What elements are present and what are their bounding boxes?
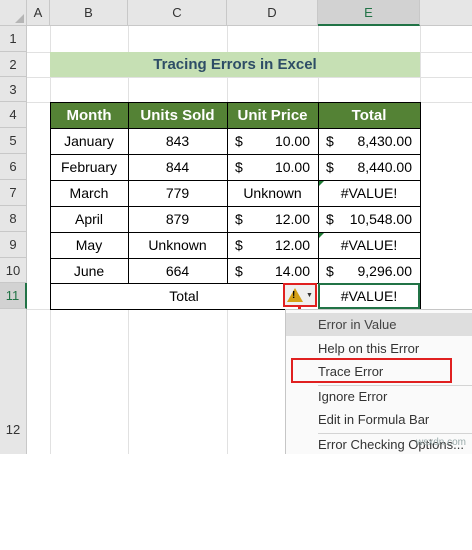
table-border — [50, 180, 420, 181]
row-header-3[interactable]: 3 — [0, 77, 27, 102]
price-value: 10.00 — [274, 159, 310, 175]
error-indicator-icon — [318, 232, 325, 239]
cell-units[interactable]: 664 — [128, 258, 227, 283]
cell-units[interactable]: 844 — [128, 154, 227, 180]
price-value: 12.00 — [274, 211, 310, 227]
currency-symbol: $ — [235, 133, 243, 149]
watermark: wsxdn.com — [415, 437, 466, 448]
menu-item-edit-formula-bar[interactable]: Edit in Formula Bar — [286, 408, 472, 431]
cell-price[interactable]: $ 12.00 — [227, 206, 318, 232]
row-header-12[interactable]: 12 — [0, 309, 27, 454]
column-header-f[interactable] — [420, 0, 472, 26]
currency-symbol: $ — [235, 211, 243, 227]
sheet-title: Tracing Errors in Excel — [50, 52, 420, 77]
row-header-7[interactable]: 7 — [0, 180, 27, 206]
row-header-2[interactable]: 2 — [0, 52, 27, 77]
chevron-down-icon: ▼ — [306, 291, 313, 299]
cell-units[interactable]: Unknown — [128, 232, 227, 258]
cell-month[interactable]: May — [50, 232, 128, 258]
price-value: 12.00 — [274, 237, 310, 253]
header-unit-price: Unit Price — [227, 102, 318, 128]
column-header-d[interactable]: D — [227, 0, 318, 26]
cell-units[interactable]: 879 — [128, 206, 227, 232]
warning-icon: ! — [287, 288, 304, 302]
row-header-1[interactable]: 1 — [0, 26, 27, 52]
currency-symbol: $ — [326, 159, 334, 175]
total-value: #VALUE! — [340, 237, 398, 253]
row-header-5[interactable]: 5 — [0, 128, 27, 154]
total-value: #VALUE! — [340, 185, 398, 201]
column-header-b[interactable]: B — [50, 0, 128, 26]
row-header-9[interactable]: 9 — [0, 232, 27, 258]
cell-price[interactable]: $ 10.00 — [227, 128, 318, 154]
cell-month[interactable]: March — [50, 180, 128, 206]
cell-price[interactable]: Unknown — [227, 180, 318, 206]
price-value: 10.00 — [274, 133, 310, 149]
table-border — [50, 102, 51, 309]
select-all-corner[interactable] — [0, 0, 27, 26]
cell-total[interactable]: $ 10,548.00 — [318, 206, 420, 232]
table-border — [50, 128, 420, 129]
column-header-c[interactable]: C — [128, 0, 227, 26]
row-header-10[interactable]: 10 — [0, 258, 27, 283]
cell-total[interactable]: $ 8,440.00 — [318, 154, 420, 180]
currency-symbol: $ — [235, 159, 243, 175]
cell-month[interactable]: February — [50, 154, 128, 180]
total-value: 9,296.00 — [357, 262, 413, 279]
currency-symbol: $ — [235, 237, 243, 253]
total-value: #VALUE! — [340, 288, 398, 304]
cell-total-error[interactable]: #VALUE! — [318, 180, 420, 206]
currency-symbol: $ — [235, 262, 243, 279]
header-units-sold: Units Sold — [128, 102, 227, 128]
row-header-8[interactable]: 8 — [0, 206, 27, 232]
header-month: Month — [50, 102, 128, 128]
table-border — [318, 102, 319, 309]
table-border — [50, 206, 420, 207]
currency-symbol: $ — [326, 262, 334, 279]
cell-price[interactable]: $ 10.00 — [227, 154, 318, 180]
cell-month[interactable]: June — [50, 258, 128, 283]
table-border — [227, 102, 228, 283]
cell-price[interactable]: $ 12.00 — [227, 232, 318, 258]
table-border — [50, 154, 420, 155]
trace-error-highlight — [291, 358, 452, 383]
gridline — [27, 77, 472, 78]
row-header-11[interactable]: 11 — [0, 283, 27, 309]
total-value: 10,548.00 — [349, 211, 412, 227]
total-value: 8,430.00 — [357, 133, 413, 149]
cell-units[interactable]: 779 — [128, 180, 227, 206]
table-border — [50, 232, 420, 233]
cell-total[interactable]: $ 8,430.00 — [318, 128, 420, 154]
select-all-triangle — [15, 14, 24, 23]
column-header-e[interactable]: E — [318, 0, 420, 26]
menu-item-ignore-error[interactable]: Ignore Error — [286, 385, 472, 408]
price-value: 14.00 — [274, 262, 310, 279]
spreadsheet: A B C D E 1 2 3 4 5 6 7 8 9 10 11 12 Tra… — [0, 0, 472, 454]
row-header-6[interactable]: 6 — [0, 154, 27, 180]
cell-price[interactable]: $ 14.00 — [227, 258, 318, 283]
total-label-cell[interactable]: Total — [50, 283, 318, 309]
table-border — [50, 258, 420, 259]
table-border — [128, 102, 129, 283]
error-smart-tag-button[interactable]: ! ▼ — [283, 283, 317, 307]
error-indicator-icon — [318, 180, 325, 187]
row-header-4[interactable]: 4 — [0, 102, 27, 128]
menu-item-help-on-error[interactable]: Help on this Error — [286, 337, 472, 360]
cell-month[interactable]: April — [50, 206, 128, 232]
header-total: Total — [318, 102, 420, 128]
cell-month[interactable]: January — [50, 128, 128, 154]
menu-header-error-in-value: Error in Value — [286, 313, 472, 336]
table-border — [50, 102, 420, 103]
active-cell-total[interactable]: #VALUE! — [318, 283, 420, 309]
cell-units[interactable]: 843 — [128, 128, 227, 154]
column-header-a[interactable]: A — [27, 0, 50, 26]
table-border — [420, 102, 421, 309]
cell-total[interactable]: $ 9,296.00 — [318, 258, 420, 283]
currency-symbol: $ — [326, 211, 334, 227]
currency-symbol: $ — [326, 133, 334, 149]
total-value: 8,440.00 — [357, 159, 413, 175]
cell-total-error[interactable]: #VALUE! — [318, 232, 420, 258]
